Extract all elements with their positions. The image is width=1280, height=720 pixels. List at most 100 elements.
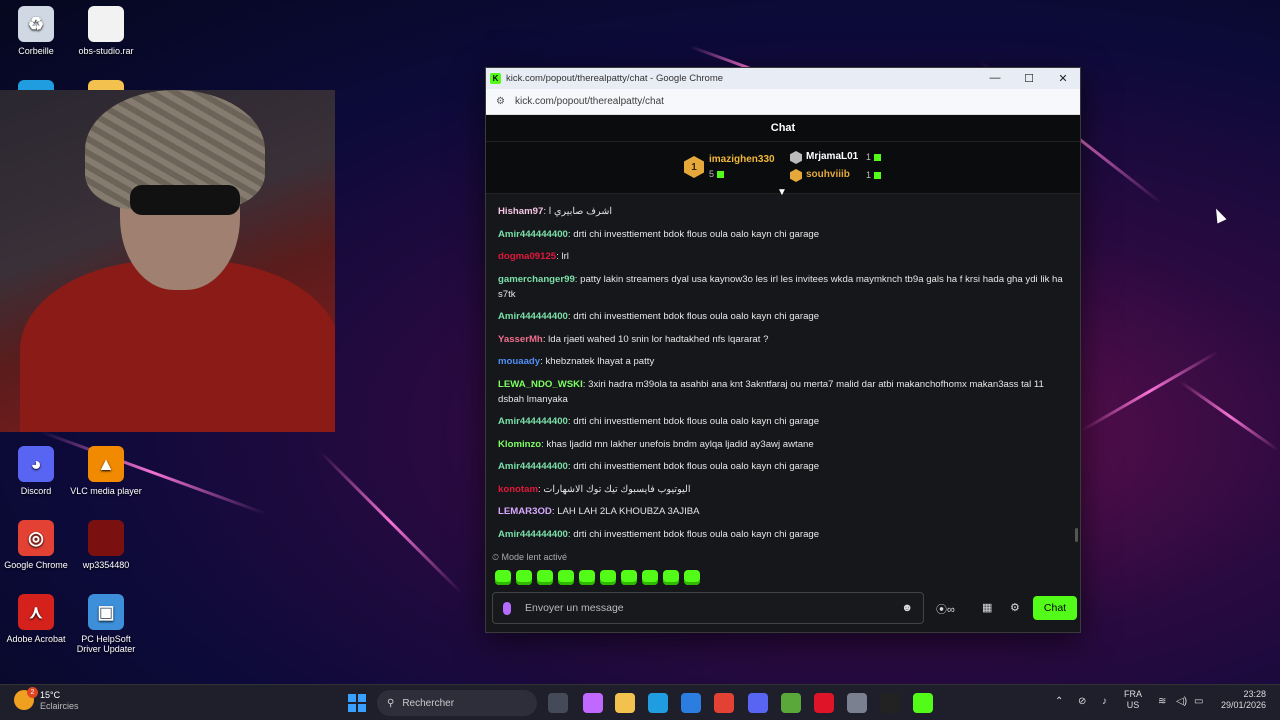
desktop-shortcut[interactable]: wp3354480 [70, 520, 142, 570]
chat-username[interactable]: Amir444444400 [498, 416, 568, 427]
tray-overflow-icon[interactable]: ⌃ [1055, 696, 1063, 707]
volume-icon[interactable]: ◁) [1176, 696, 1187, 707]
emote-icon[interactable] [600, 570, 616, 585]
close-button[interactable]: ✕ [1046, 72, 1080, 85]
minimize-button[interactable]: — [978, 72, 1012, 85]
chat-username[interactable]: LEWA_NDO_WSKI [498, 379, 583, 390]
chat-message: Amir444444400: drti chi investtiement bd… [498, 309, 1068, 324]
chat-message: LEMAR3OD: LAH LAH 2LA KHOUBZA 3AJIBA [498, 504, 1068, 519]
message-input[interactable] [525, 602, 902, 614]
message-input-box[interactable]: ☻ [492, 592, 924, 624]
chat-username[interactable]: Amir444444400 [498, 229, 568, 240]
kick-favicon-icon: K [490, 73, 501, 84]
chat-username[interactable]: gamerchanger99 [498, 274, 575, 285]
chat-username[interactable]: YasserMh [498, 334, 543, 345]
chat-username[interactable]: Klominzo [498, 439, 541, 450]
chat-username[interactable]: Amir444444400 [498, 311, 568, 322]
chat-message: mouaady: khebznatek lhayat a patty [498, 354, 1068, 369]
battery-icon[interactable]: ▭ [1194, 696, 1203, 707]
clock[interactable]: 23:28 29/01/2026 [1214, 689, 1266, 711]
chat-username[interactable]: mouaady [498, 356, 540, 367]
wifi-icon[interactable]: ≋ [1158, 696, 1166, 707]
emote-icon[interactable] [537, 570, 553, 585]
desktop-shortcut[interactable]: ▣ PC HelpSoft Driver Updater [70, 594, 142, 654]
chat-username[interactable]: Amir444444400 [498, 461, 568, 472]
chat-username[interactable]: Amir444444400 [498, 529, 568, 540]
clock-date: 29/01/2026 [1220, 700, 1266, 710]
emote-icon[interactable] [495, 570, 511, 585]
region-code: US [1126, 700, 1140, 710]
chat-username[interactable]: dogma09125 [498, 251, 556, 262]
collapse-leaderboard-icon[interactable]: ▼ [777, 187, 787, 198]
kick-taskbar-icon[interactable] [913, 693, 933, 713]
chat-message: YasserMh: lda rjaeti wahed 10 snin lor h… [498, 332, 1068, 347]
file-explorer-icon[interactable] [615, 693, 635, 713]
desktop-shortcut-label: wp3354480 [82, 560, 130, 570]
address-bar[interactable]: ⚙ kick.com/popout/therealpatty/chat [486, 89, 1080, 115]
kicks-icon[interactable]: ⦿∞ [936, 601, 955, 617]
desktop-shortcut-label: obs-studio.rar [78, 46, 134, 56]
chat-scrollbar[interactable] [1075, 528, 1078, 542]
leaderboard-first-name[interactable]: imazighen330 [709, 154, 775, 165]
url-text[interactable]: kick.com/popout/therealpatty/chat [515, 96, 664, 107]
window-titlebar[interactable]: K kick.com/popout/therealpatty/chat - Go… [486, 68, 1080, 89]
chat-message-text: drti chi investtiement bdok flous oula o… [573, 228, 820, 240]
vlc-icon: ▲ [88, 446, 124, 482]
settings-icon[interactable] [847, 693, 867, 713]
emote-icon[interactable] [621, 570, 637, 585]
leaderboard-first-count: 5 [709, 169, 725, 179]
desktop-shortcut[interactable]: ▲ VLC media player [70, 446, 142, 496]
desktop-shortcut-label: PC HelpSoft Driver Updater [76, 634, 136, 654]
chat-message-text: drti chi investtiement bdok flous oula o… [573, 416, 820, 427]
task-view-icon[interactable] [548, 693, 568, 713]
emote-icon[interactable] [558, 570, 574, 585]
chat-settings-icon[interactable]: ⚙ [1010, 601, 1020, 614]
edge-taskbar-icon[interactable] [648, 693, 668, 713]
emote-icon[interactable] [663, 570, 679, 585]
taskbar-search-input[interactable] [402, 697, 513, 709]
emote-icon[interactable] [579, 570, 595, 585]
weather-widget[interactable]: 2 15°C Eclaircies [14, 687, 79, 712]
chat-message-text: patty lakin streamers dyal usa kaynow3o … [498, 273, 1063, 300]
emoji-picker-icon[interactable]: ☻ [901, 602, 913, 614]
site-info-icon[interactable]: ⚙ [496, 96, 505, 107]
shop-icon[interactable]: ▦ [982, 601, 992, 614]
leaderboard-second-name[interactable]: MrjamaL01 [806, 151, 858, 162]
store-icon[interactable] [681, 693, 701, 713]
chat-username[interactable]: konotam [498, 484, 538, 495]
emote-icon[interactable] [684, 570, 700, 585]
desktop-shortcut[interactable]: ◕ Discord [0, 446, 72, 496]
emote-icon[interactable] [516, 570, 532, 585]
network-off-icon[interactable]: ⊘ [1078, 696, 1086, 707]
weather-temp: 15°C [40, 690, 61, 700]
microphone-tray-icon[interactable]: ♪ [1102, 696, 1107, 707]
desktop-shortcut[interactable]: obs-studio.rar [70, 6, 142, 56]
maximize-button[interactable]: ☐ [1012, 72, 1046, 85]
copilot-icon[interactable] [583, 693, 603, 713]
chat-username[interactable]: Hisham97 [498, 206, 543, 217]
emote-icon[interactable] [642, 570, 658, 585]
language-code: FRA [1124, 689, 1142, 699]
chat-message-text: drti chi investtiement bdok flous oula o… [573, 311, 820, 322]
chat-username[interactable]: LEMAR3OD [498, 506, 552, 517]
chat-message: Klominzo: khas ljadid mn lakher unefois … [498, 437, 1068, 452]
utorrent-icon[interactable] [781, 693, 801, 713]
microphone-icon[interactable] [503, 601, 511, 615]
leaderboard-third-name[interactable]: souhviiib [806, 169, 850, 180]
opera-icon[interactable] [814, 693, 834, 713]
desktop-shortcut[interactable]: ⋏ Adobe Acrobat [0, 594, 72, 644]
start-button[interactable] [348, 694, 366, 712]
send-chat-button[interactable]: Chat [1033, 596, 1077, 620]
discord-taskbar-icon[interactable] [748, 693, 768, 713]
chrome-taskbar-icon[interactable] [714, 693, 734, 713]
desktop-shortcut-label: Discord [20, 486, 52, 496]
language-indicator[interactable]: FRA US [1124, 689, 1142, 711]
chat-message-text: اليوتيوب فايسبوك تيك توك الاشهارات [543, 483, 691, 495]
taskbar-search[interactable]: ⚲ [377, 690, 537, 716]
gift-leaderboard: 1 imazighen330 5 MrjamaL01 1 souhviiib 1… [486, 142, 1080, 198]
slow-mode-text: Mode lent activé [501, 552, 568, 562]
obs-taskbar-icon[interactable] [880, 693, 900, 713]
gift-icon [874, 172, 882, 180]
desktop-shortcut[interactable]: ♻ Corbeille [0, 6, 72, 56]
desktop-shortcut[interactable]: ◎ Google Chrome [0, 520, 72, 570]
